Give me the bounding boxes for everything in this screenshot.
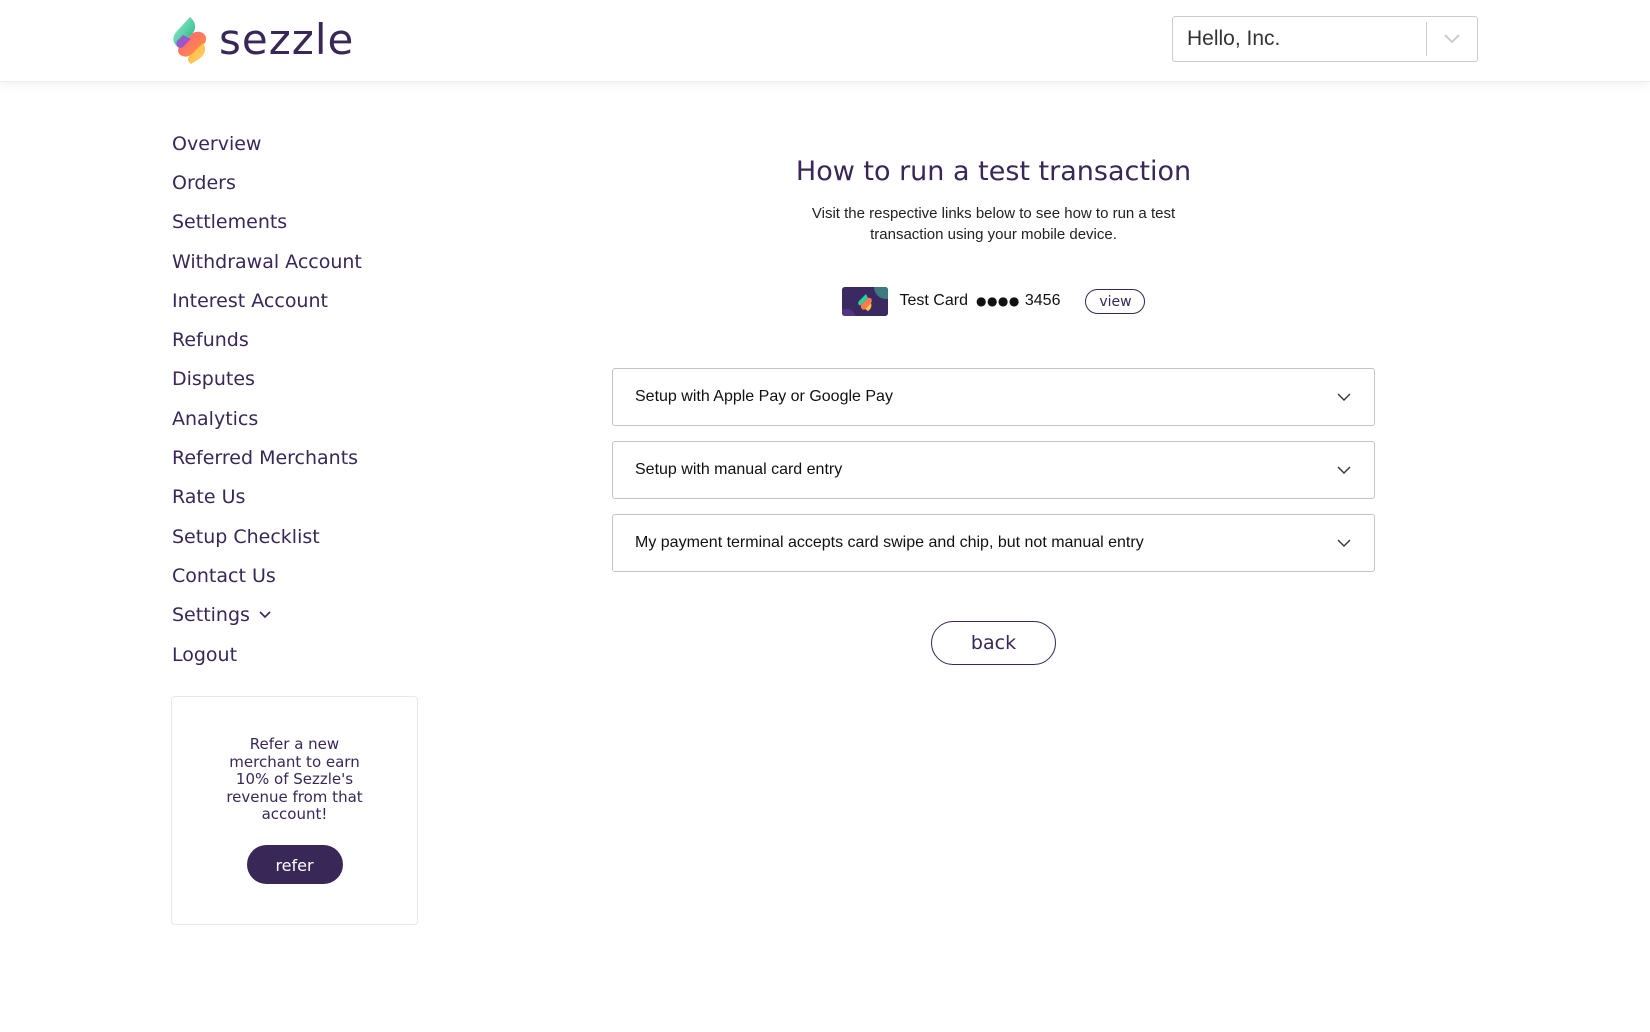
chevron-down-icon	[1336, 538, 1352, 548]
refer-button[interactable]: refer	[246, 844, 343, 884]
sidebar-item-orders[interactable]: Orders	[172, 163, 432, 202]
account-selector[interactable]: Hello, Inc.	[1172, 16, 1478, 62]
chevron-down-icon	[258, 610, 272, 620]
sidebar-item-label: Settlements	[172, 211, 288, 234]
sidebar-item-refunds[interactable]: Refunds	[172, 320, 432, 359]
sezzle-logo[interactable]: sezzle	[169, 15, 354, 65]
page-subtitle: Visit the respective links below to see …	[811, 205, 1176, 243]
sidebar-item-setup-checklist[interactable]: Setup Checklist	[172, 517, 432, 556]
setup-accordion: Setup with Apple Pay or Google Pay Setup…	[612, 368, 1375, 572]
chevron-down-icon[interactable]	[1427, 33, 1477, 45]
sidebar-item-disputes[interactable]: Disputes	[172, 360, 432, 399]
sidebar-item-label: Analytics	[172, 407, 259, 430]
sidebar-item-label: Interest Account	[172, 289, 328, 312]
brand-name: sezzle	[219, 15, 355, 64]
sidebar-item-label: Setup Checklist	[172, 525, 320, 548]
sidebar-item-label: Withdrawal Account	[172, 250, 362, 273]
view-card-button[interactable]: view	[1085, 288, 1146, 314]
test-card-label: Test Card	[899, 292, 968, 309]
accordion-label: My payment terminal accepts card swipe a…	[635, 534, 1144, 551]
back-wrapper: back	[612, 621, 1375, 665]
sidebar-item-label: Settings	[172, 604, 250, 627]
sidebar-item-analytics[interactable]: Analytics	[172, 399, 432, 438]
refer-merchant-card: Refer a new merchant to earn 10% of Sezz…	[171, 696, 418, 925]
test-card-row: Test Card ●●●● 3456 view	[612, 286, 1375, 316]
account-selector-value: Hello, Inc.	[1187, 27, 1281, 50]
refer-card-text: Refer a new merchant to earn 10% of Sezz…	[226, 735, 363, 823]
page-title: How to run a test transaction	[795, 156, 1192, 187]
sidebar-nav: Overview Orders Settlements Withdrawal A…	[172, 124, 432, 674]
sidebar-item-label: Orders	[172, 171, 236, 194]
card-image-icon	[841, 286, 888, 316]
sidebar-item-label: Refunds	[172, 329, 249, 352]
card-last4: 3456	[1024, 292, 1061, 309]
sidebar-item-settings[interactable]: Settings	[172, 596, 432, 635]
sidebar-item-label: Contact Us	[172, 564, 276, 587]
main-content: How to run a test transaction Visit the …	[612, 140, 1375, 665]
chevron-down-icon	[1336, 465, 1352, 475]
sidebar-item-label: Rate Us	[172, 486, 246, 509]
sidebar-item-contact-us[interactable]: Contact Us	[172, 556, 432, 595]
sidebar-item-label: Logout	[172, 643, 238, 666]
sidebar-item-rate-us[interactable]: Rate Us	[172, 478, 432, 517]
accordion-label: Setup with Apple Pay or Google Pay	[635, 388, 893, 405]
sidebar-item-label: Disputes	[172, 368, 255, 391]
accordion-item-apple-google-pay[interactable]: Setup with Apple Pay or Google Pay	[612, 368, 1375, 426]
sezzle-logo-icon	[173, 17, 207, 64]
sidebar-item-settlements[interactable]: Settlements	[172, 203, 432, 242]
accordion-item-swipe-chip-only[interactable]: My payment terminal accepts card swipe a…	[612, 514, 1375, 572]
accordion-label: Setup with manual card entry	[635, 461, 843, 478]
sidebar-item-overview[interactable]: Overview	[172, 124, 432, 163]
accordion-item-manual-card-entry[interactable]: Setup with manual card entry	[612, 441, 1375, 499]
sidebar-item-referred-merchants[interactable]: Referred Merchants	[172, 438, 432, 477]
top-header: sezzle Hello, Inc.	[0, 0, 1650, 82]
sidebar-item-logout[interactable]: Logout	[172, 635, 432, 674]
sidebar-item-interest-account[interactable]: Interest Account	[172, 281, 432, 320]
sidebar-item-label: Overview	[172, 132, 262, 155]
chevron-down-icon	[1336, 392, 1352, 402]
back-button[interactable]: back	[931, 621, 1056, 665]
card-mask: ●●●●	[975, 294, 1020, 308]
sidebar-item-label: Referred Merchants	[172, 447, 359, 470]
sidebar-item-withdrawal-account[interactable]: Withdrawal Account	[172, 242, 432, 281]
